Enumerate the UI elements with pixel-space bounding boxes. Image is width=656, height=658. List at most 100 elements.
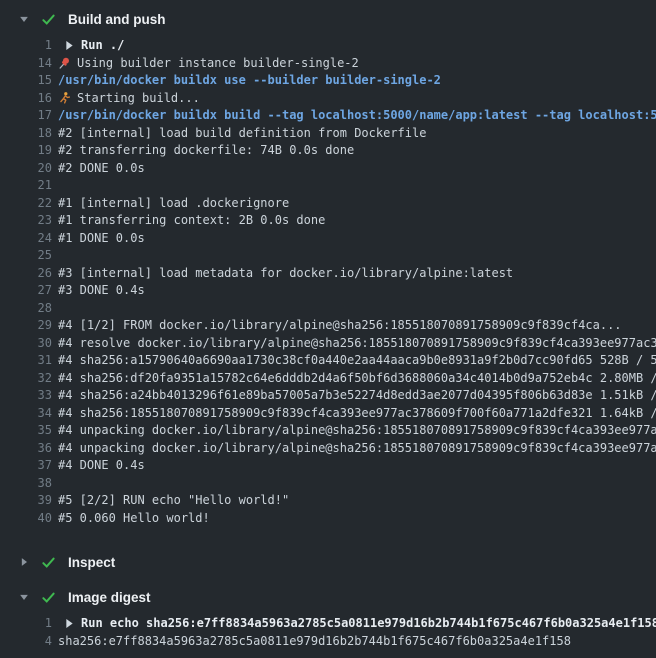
log-text: sha256:e7ff8834a5963a2785c5a0811e979d16b… (58, 633, 571, 651)
log-line: 23 #1 transferring context: 2B 0.0s done (0, 212, 656, 230)
log-line: 19 #2 transferring dockerfile: 74B 0.0s … (0, 142, 656, 160)
check-icon (41, 555, 56, 570)
log-line: 40 #5 0.060 Hello world! (0, 510, 656, 528)
log-line-content: #4 sha256:a15790640a6690aa1730c38cf0a440… (58, 352, 656, 370)
log-line: 39 #5 [2/2] RUN echo "Hello world!" (0, 492, 656, 510)
line-number[interactable]: 39 (0, 492, 52, 510)
line-number[interactable]: 17 (0, 107, 52, 125)
line-number[interactable]: 18 (0, 125, 52, 143)
expand-group-icon[interactable] (65, 618, 74, 629)
log-text: #5 0.060 Hello world! (58, 510, 210, 528)
log-line: 1 Run ./ (0, 37, 656, 55)
log-line: 4 sha256:e7ff8834a5963a2785c5a0811e979d1… (0, 633, 656, 651)
line-number[interactable]: 16 (0, 90, 52, 108)
line-number[interactable]: 23 (0, 212, 52, 230)
log-text: #1 DONE 0.0s (58, 230, 145, 248)
pushpin-icon (58, 56, 71, 70)
log-line-content: /usr/bin/docker buildx use --builder bui… (58, 72, 441, 90)
log-line: 1 Run echo sha256:e7ff8834a5963a2785c5a0… (0, 615, 656, 633)
log-line-content: #5 [2/2] RUN echo "Hello world!" (58, 492, 289, 510)
line-number[interactable]: 14 (0, 55, 52, 73)
log-line: 20 #2 DONE 0.0s (0, 160, 656, 178)
log-line: 24 #1 DONE 0.0s (0, 230, 656, 248)
section-title: Build and push (68, 12, 166, 27)
line-number[interactable]: 25 (0, 247, 52, 265)
line-number[interactable]: 20 (0, 160, 52, 178)
line-number[interactable]: 32 (0, 370, 52, 388)
line-number[interactable]: 1 (0, 37, 52, 55)
line-number[interactable]: 4 (0, 633, 52, 651)
log-text: #4 [1/2] FROM docker.io/library/alpine@s… (58, 317, 622, 335)
section-header-image-digest[interactable]: Image digest (0, 586, 656, 608)
log-line-content: #4 DONE 0.4s (58, 457, 145, 475)
log-section: Image digest 1 Run echo sha256:e7ff8834a… (0, 586, 656, 650)
log-line: 26 #3 [internal] load metadata for docke… (0, 265, 656, 283)
log-line-content: #5 0.060 Hello world! (58, 510, 210, 528)
line-number[interactable]: 29 (0, 317, 52, 335)
log-line: 16 Starting build... (0, 90, 656, 108)
chevron-right-icon (18, 556, 30, 568)
log-text: #4 DONE 0.4s (58, 457, 145, 475)
log-line-content: #4 sha256:185518070891758909c9f839cf4ca3… (58, 405, 656, 423)
log-line: 35 #4 unpacking docker.io/library/alpine… (0, 422, 656, 440)
log-line: 33 #4 sha256:a24bb4013296f61e89ba57005a7… (0, 387, 656, 405)
line-number[interactable]: 24 (0, 230, 52, 248)
line-number[interactable]: 30 (0, 335, 52, 353)
line-number[interactable]: 15 (0, 72, 52, 90)
log-text: Starting build... (77, 90, 200, 108)
section-lines: 1 Run ./ 14 Using builder instance build… (0, 37, 656, 527)
log-line-content: Run echo sha256:e7ff8834a5963a2785c5a081… (58, 615, 656, 633)
line-number[interactable]: 33 (0, 387, 52, 405)
log-text: #1 [internal] load .dockerignore (58, 195, 289, 213)
log-line-content: Using builder instance builder-single-2 (58, 55, 359, 73)
line-number[interactable]: 27 (0, 282, 52, 300)
log-line-content: #4 [1/2] FROM docker.io/library/alpine@s… (58, 317, 622, 335)
section-title: Image digest (68, 590, 151, 605)
log-line-content: Starting build... (58, 90, 200, 108)
log-line-content: #1 transferring context: 2B 0.0s done (58, 212, 325, 230)
log-section: Inspect (0, 551, 656, 573)
section-header-inspect[interactable]: Inspect (0, 551, 656, 573)
log-line-content: #1 [internal] load .dockerignore (58, 195, 289, 213)
line-number[interactable]: 38 (0, 475, 52, 493)
line-number[interactable]: 37 (0, 457, 52, 475)
log-text: #4 sha256:a15790640a6690aa1730c38cf0a440… (58, 352, 656, 370)
log-line: 25 (0, 247, 656, 265)
log-line: 22 #1 [internal] load .dockerignore (0, 195, 656, 213)
workflow-log: Build and push 1 Run ./ 14 Using builder… (0, 0, 656, 650)
line-number[interactable]: 35 (0, 422, 52, 440)
section-header-build-and-push[interactable]: Build and push (0, 8, 656, 30)
log-section: Build and push 1 Run ./ 14 Using builder… (0, 8, 656, 527)
log-line-content: #4 unpacking docker.io/library/alpine@sh… (58, 422, 656, 440)
line-number[interactable]: 21 (0, 177, 52, 195)
line-number[interactable]: 40 (0, 510, 52, 528)
log-line: 29 #4 [1/2] FROM docker.io/library/alpin… (0, 317, 656, 335)
log-text: Using builder instance builder-single-2 (77, 55, 359, 73)
log-line-content: #3 DONE 0.4s (58, 282, 145, 300)
line-number[interactable]: 22 (0, 195, 52, 213)
log-line-content: #4 sha256:df20fa9351a15782c64e6dddb2d4a6… (58, 370, 656, 388)
log-text: Run echo sha256:e7ff8834a5963a2785c5a081… (81, 615, 656, 633)
expand-group-icon[interactable] (65, 40, 74, 51)
log-line-content: Run ./ (58, 37, 124, 55)
log-line-content: #4 sha256:a24bb4013296f61e89ba57005a7b3e… (58, 387, 656, 405)
log-text: #4 sha256:185518070891758909c9f839cf4ca3… (58, 405, 656, 423)
log-line-content: #2 DONE 0.0s (58, 160, 145, 178)
log-line: 32 #4 sha256:df20fa9351a15782c64e6dddb2d… (0, 370, 656, 388)
section-lines: 1 Run echo sha256:e7ff8834a5963a2785c5a0… (0, 615, 656, 650)
line-number[interactable]: 28 (0, 300, 52, 318)
line-number[interactable]: 1 (0, 615, 52, 633)
log-line: 18 #2 [internal] load build definition f… (0, 125, 656, 143)
log-line: 21 (0, 177, 656, 195)
log-text: #4 unpacking docker.io/library/alpine@sh… (58, 422, 656, 440)
log-text: #4 unpacking docker.io/library/alpine@sh… (58, 440, 656, 458)
line-number[interactable]: 26 (0, 265, 52, 283)
line-number[interactable]: 36 (0, 440, 52, 458)
chevron-down-icon (18, 591, 30, 603)
line-number[interactable]: 34 (0, 405, 52, 423)
log-line-content: #4 unpacking docker.io/library/alpine@sh… (58, 440, 656, 458)
line-number[interactable]: 31 (0, 352, 52, 370)
line-number[interactable]: 19 (0, 142, 52, 160)
log-line-content: sha256:e7ff8834a5963a2785c5a0811e979d16b… (58, 633, 571, 651)
log-line: 27 #3 DONE 0.4s (0, 282, 656, 300)
